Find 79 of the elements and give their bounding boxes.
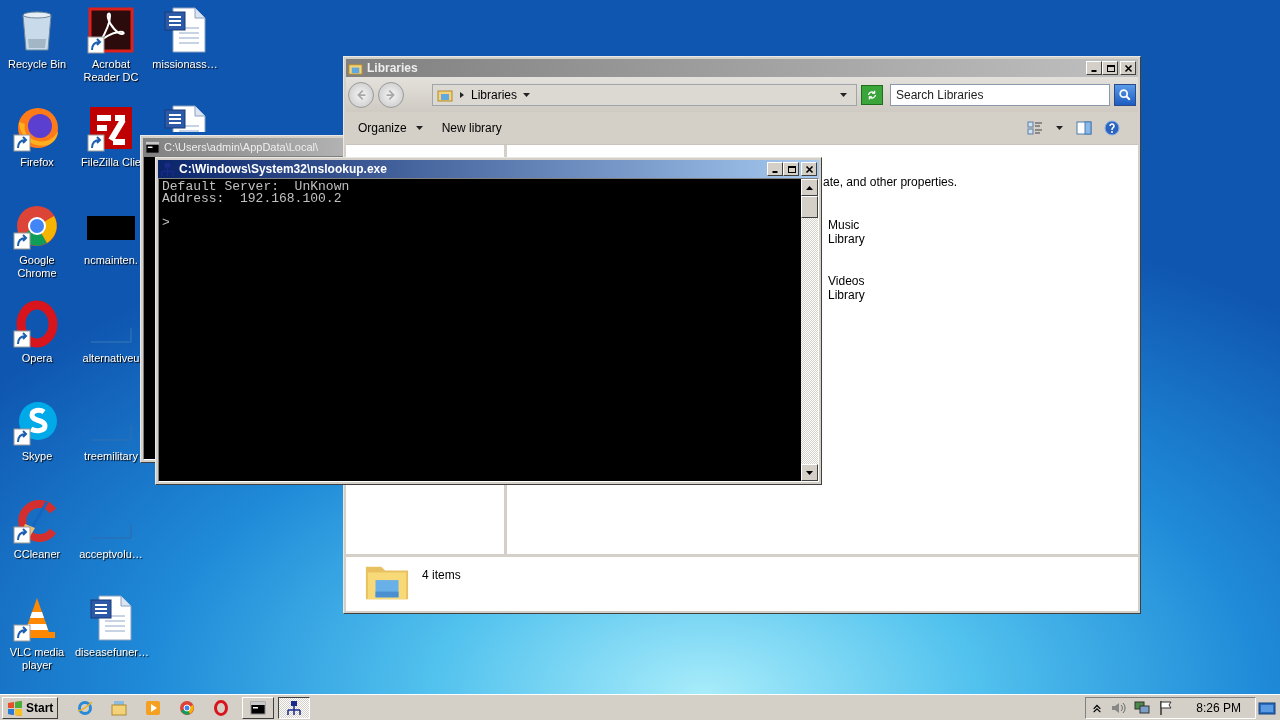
icon-label: acceptvolu…: [79, 548, 143, 561]
close-button[interactable]: [1120, 61, 1136, 75]
caret-icon: [839, 90, 848, 99]
caret-icon: [414, 124, 424, 132]
maximize-button[interactable]: [783, 162, 799, 176]
window-title: C:\Users\admin\AppData\Local\: [164, 141, 319, 153]
console-icon: [250, 699, 267, 716]
close-icon: [804, 164, 814, 174]
minimize-button[interactable]: [1086, 61, 1102, 75]
scroll-up-button[interactable]: [801, 179, 818, 196]
view-options-icon: [1027, 120, 1043, 136]
caret-icon: [1055, 124, 1064, 132]
icon-label: Firefox: [20, 156, 54, 169]
menu-button[interactable]: Organize: [350, 117, 432, 139]
icon-label: alternativeu: [82, 352, 140, 365]
console-line: Default Server: UnKnown: [162, 181, 351, 193]
window-title: C:\Windows\System32\nslookup.exe: [179, 162, 387, 176]
icon-label: CCleaner: [13, 548, 61, 561]
icon-label: VLC media player: [8, 646, 66, 672]
minimize-icon: [1091, 69, 1097, 72]
start-button[interactable]: Start: [2, 696, 59, 719]
icon-label: missionass…: [152, 58, 218, 71]
network-tree-icon: [160, 161, 175, 177]
maximize-button[interactable]: [1102, 61, 1118, 75]
maximize-icon: [1105, 63, 1115, 73]
icon-label: Recycle Bin: [7, 58, 67, 71]
icon-label: Google Chrome: [16, 254, 58, 280]
browser-icon: [179, 699, 196, 716]
item-count: 4 items: [422, 568, 461, 582]
scrollbar-thumb[interactable]: [801, 196, 818, 218]
icon-label: Opera: [21, 352, 53, 365]
document-icon[interactable]: [87, 594, 135, 642]
network-tree-icon: [286, 699, 303, 716]
description-text: ate, and other properties.: [823, 175, 958, 189]
window-title: Libraries: [367, 61, 418, 75]
icon-label: ncmainten.: [84, 254, 138, 267]
arrow-down-icon: [805, 468, 814, 477]
refresh-button[interactable]: [861, 84, 883, 105]
show-desktop-button[interactable]: [1256, 699, 1278, 716]
play-icon: [145, 699, 162, 716]
arrow-up-icon: [805, 183, 814, 192]
icon-label: Skype: [21, 450, 53, 463]
network-icon[interactable]: [1134, 699, 1151, 716]
icon-label: Acrobat Reader DC: [82, 58, 140, 84]
ftp-app-icon[interactable]: [87, 104, 135, 152]
scroll-down-button[interactable]: [801, 464, 818, 481]
browser-icon: [77, 699, 94, 716]
chevron-icon: [458, 89, 466, 100]
library-item[interactable]: Videos Library: [828, 274, 872, 302]
icon-label: FileZilla Clie: [81, 156, 141, 169]
console-prompt: >: [162, 217, 171, 229]
windows-logo-icon: [7, 699, 23, 716]
document-icon[interactable]: [161, 6, 209, 54]
search-icon: [1118, 87, 1132, 102]
toolbar-button[interactable]: New library: [433, 117, 510, 139]
search-field[interactable]: Search Libraries: [890, 83, 1110, 106]
close-button[interactable]: [801, 162, 817, 176]
browser-icon: [213, 699, 230, 716]
icon-label: treemilitary: [84, 450, 138, 463]
console-line: Address: 192.168.100.2: [162, 193, 343, 205]
folder-icon: [111, 699, 128, 716]
help-icon: [1104, 120, 1120, 136]
close-icon: [1123, 63, 1133, 73]
library-item[interactable]: Music Library: [828, 218, 872, 246]
maximize-icon: [786, 164, 796, 174]
minimize-button[interactable]: [767, 162, 783, 176]
console-icon: [145, 139, 160, 155]
address-bar[interactable]: Libraries: [432, 83, 857, 106]
caret-icon: [522, 90, 532, 99]
preview-pane-icon: [1076, 120, 1092, 136]
icon-label: diseasefuner…: [75, 646, 147, 659]
clock-text[interactable]: 8:26 PM: [1196, 700, 1241, 715]
desktop-icon: [1258, 699, 1276, 716]
search-button[interactable]: [1114, 83, 1136, 106]
pdf-app-icon[interactable]: [87, 6, 135, 54]
flag-icon[interactable]: [1158, 699, 1175, 716]
taskbar-button[interactable]: [278, 696, 311, 719]
minimize-icon: [772, 170, 778, 173]
breadcrumb-item[interactable]: Libraries: [471, 87, 518, 102]
